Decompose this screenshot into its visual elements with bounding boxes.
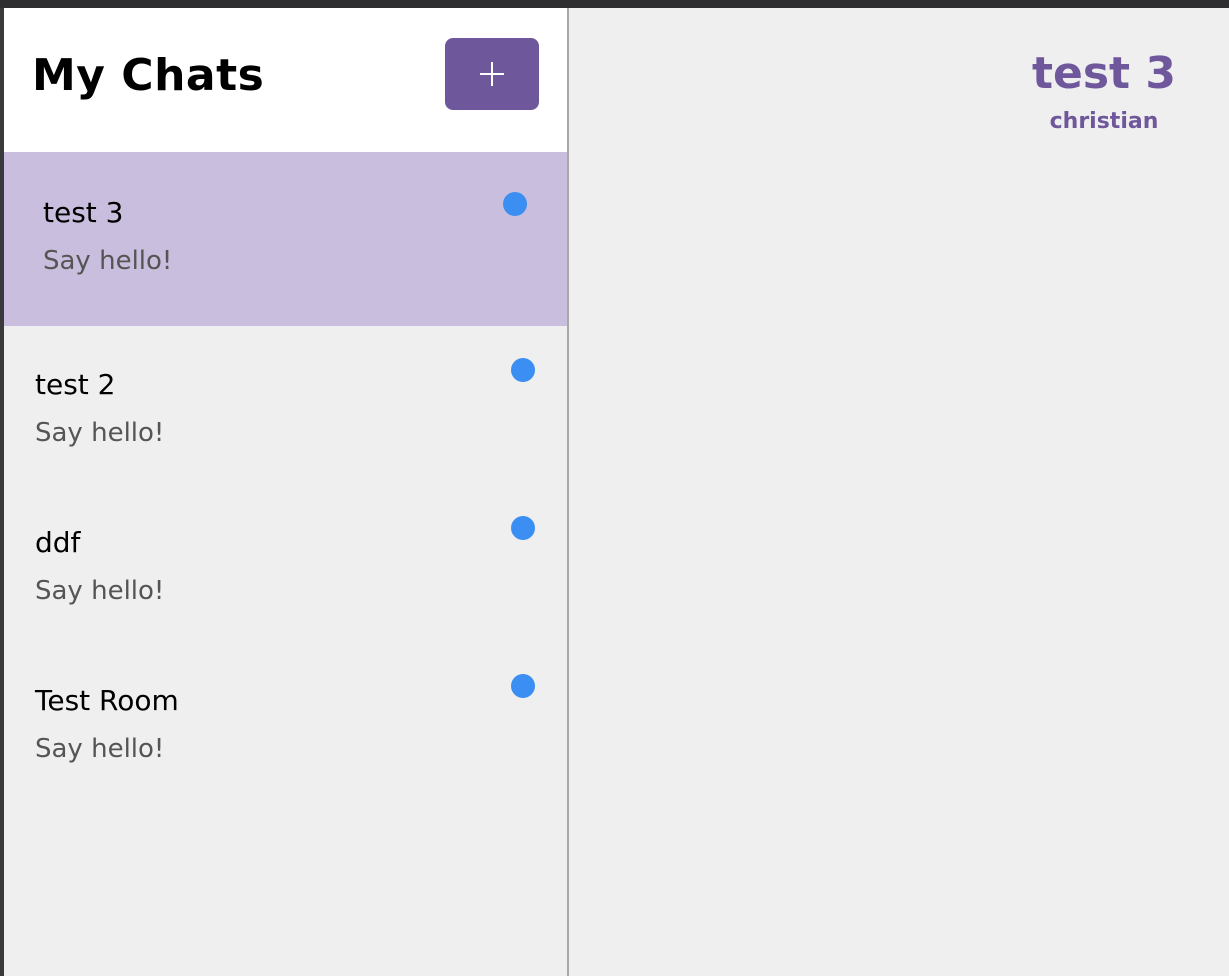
chat-list-item[interactable]: Test Room Say hello! [4,642,567,800]
sidebar-title: My Chats [32,50,265,101]
sidebar-header: My Chats [4,8,567,152]
unread-dot-icon [511,358,535,382]
chat-main-panel: test 3 christian [569,8,1229,976]
new-chat-button[interactable] [445,38,539,110]
chat-app: My Chats test 3 Say hello! test 2 Say he… [4,8,1229,976]
chat-list-item[interactable]: ddf Say hello! [4,484,567,642]
unread-dot-icon [511,516,535,540]
unread-dot-icon [511,674,535,698]
chat-item-title: Test Room [35,684,179,717]
window-top-strip [0,0,1229,8]
chat-item-preview: Say hello! [43,246,173,276]
chat-item-title: test 3 [43,196,124,229]
plus-icon [480,62,504,86]
chat-item-preview: Say hello! [35,734,165,764]
chat-header-title: test 3 [1031,48,1177,99]
chat-list-item[interactable]: test 3 Say hello! [4,152,567,326]
chat-item-preview: Say hello! [35,576,165,606]
chat-header: test 3 christian [969,48,1229,134]
chat-sidebar: My Chats test 3 Say hello! test 2 Say he… [4,8,569,976]
chat-list: test 3 Say hello! test 2 Say hello! ddf … [4,152,567,800]
chat-item-title: test 2 [35,368,116,401]
unread-dot-icon [503,192,527,216]
chat-item-title: ddf [35,526,81,559]
chat-header-user: christian [1049,109,1159,134]
chat-list-item[interactable]: test 2 Say hello! [4,326,567,484]
chat-item-preview: Say hello! [35,418,165,448]
